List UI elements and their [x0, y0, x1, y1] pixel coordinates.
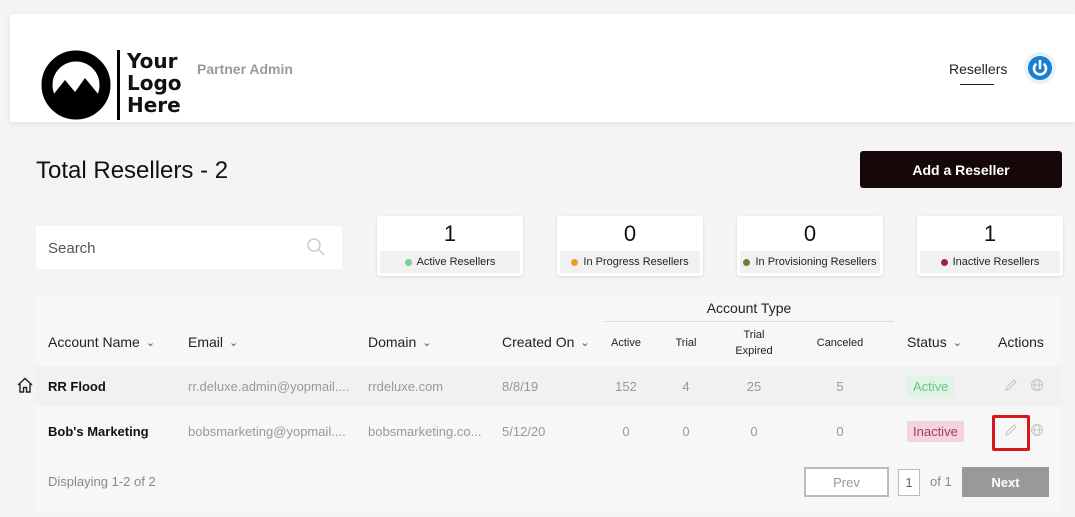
col-header-actions: Actions: [998, 334, 1044, 350]
chevron-down-icon: ⌄: [145, 336, 156, 349]
top-header: Your Logo Here Partner Admin Resellers: [10, 14, 1075, 122]
col-header-domain[interactable]: Domain ⌄: [368, 334, 431, 350]
search-input[interactable]: [48, 237, 298, 259]
chevron-down-icon: ⌄: [580, 336, 590, 349]
account-type-header: Account Type: [706, 300, 792, 316]
company-logo[interactable]: Your Logo Here: [41, 32, 201, 120]
cell-trial-count: 0: [682, 423, 690, 439]
status-badge: Active: [907, 375, 955, 397]
col-header-status[interactable]: Status ⌄: [907, 334, 962, 350]
col-header-account-name[interactable]: Account Name ⌄: [48, 334, 155, 350]
logout-button[interactable]: [1024, 52, 1056, 84]
status-badge: Inactive: [907, 420, 964, 442]
stat-card-inactive[interactable]: 1 Inactive Resellers: [917, 216, 1063, 276]
col-header-canceled: Canceled: [816, 337, 864, 349]
cell-active-count: 0: [622, 423, 630, 439]
stat-value: 0: [803, 221, 817, 246]
next-page-button[interactable]: Next: [962, 467, 1049, 497]
table-row[interactable]: Bob's Marketing bobsmarketing@yopmail...…: [36, 411, 1062, 451]
table-row[interactable]: RR Flood rr.deluxe.admin@yopmail.... rrd…: [17, 366, 1062, 406]
status-dot-icon: [571, 258, 579, 266]
power-icon: [1028, 56, 1052, 80]
page-total: of 1: [930, 474, 952, 489]
stat-card-in-provisioning[interactable]: 0 In Provisioning Resellers: [737, 216, 883, 276]
col-header-trial: Trial: [675, 337, 697, 349]
chevron-down-icon: ⌄: [952, 336, 962, 349]
cell-canceled-count: 0: [836, 423, 844, 439]
app-name: Partner Admin: [197, 61, 293, 77]
cell-created-on: 5/12/20: [502, 423, 546, 439]
stat-value: 1: [983, 221, 997, 246]
logo-divider: [117, 50, 120, 120]
chevron-down-icon: ⌄: [422, 336, 432, 349]
cell-account-name[interactable]: RR Flood: [48, 366, 106, 406]
edit-pencil-icon[interactable]: [1004, 378, 1018, 392]
col-header-created-on[interactable]: Created On ⌄: [502, 334, 590, 350]
col-header-trial-expired: Trial Expired: [735, 329, 773, 357]
globe-icon[interactable]: [1030, 423, 1044, 437]
add-reseller-button[interactable]: Add a Reseller: [860, 151, 1062, 188]
stat-value: 0: [623, 221, 637, 246]
col-header-email[interactable]: Email ⌄: [188, 334, 238, 350]
stat-value: 1: [443, 221, 457, 246]
stat-card-active[interactable]: 1 Active Resellers: [377, 216, 523, 276]
cell-domain: bobsmarketing.co...: [368, 423, 482, 439]
edit-highlight-box: [992, 415, 1030, 451]
account-type-divider: [604, 321, 894, 322]
col-header-active: Active: [611, 337, 641, 349]
cell-status: Inactive: [907, 411, 964, 451]
cell-trial-expired-count: 25: [746, 378, 762, 394]
cell-domain: rrdeluxe.com: [368, 378, 444, 394]
globe-icon[interactable]: [1030, 378, 1044, 392]
stat-label: In Progress Resellers: [560, 251, 700, 273]
cell-trial-count: 4: [682, 378, 690, 394]
cell-email: rr.deluxe.admin@yopmail....: [188, 378, 350, 394]
cell-status: Active: [907, 366, 955, 406]
page-title: Total Resellers - 2: [36, 157, 229, 184]
status-dot-icon: [404, 258, 412, 266]
cell-account-name[interactable]: Bob's Marketing: [48, 411, 149, 451]
cell-email: bobsmarketing@yopmail....: [188, 423, 346, 439]
chevron-down-icon: ⌄: [229, 336, 239, 349]
page-number-input[interactable]: 1: [898, 469, 920, 496]
status-dot-icon: [743, 258, 751, 266]
nav-link-resellers[interactable]: Resellers: [949, 61, 1007, 77]
search-box: [36, 226, 342, 269]
stat-label: Inactive Resellers: [920, 251, 1060, 273]
nav-active-indicator: [960, 84, 994, 85]
stat-card-in-progress[interactable]: 0 In Progress Resellers: [557, 216, 703, 276]
stat-label: Active Resellers: [380, 251, 520, 273]
cell-trial-expired-count: 0: [750, 423, 758, 439]
logo-text: Your Logo Here: [127, 49, 182, 117]
search-icon[interactable]: [306, 237, 326, 257]
cell-active-count: 152: [615, 378, 637, 394]
stat-label: In Provisioning Resellers: [740, 251, 880, 273]
cell-canceled-count: 5: [836, 378, 844, 394]
pagination-summary: Displaying 1-2 of 2: [48, 474, 156, 489]
resellers-table: Account Type Account Name ⌄ Email ⌄ Domain…: [17, 296, 1062, 512]
logo-mountain-icon: [41, 50, 111, 120]
status-dot-icon: [940, 258, 948, 266]
prev-page-button[interactable]: Prev: [804, 467, 889, 497]
cell-created-on: 8/8/19: [502, 378, 539, 394]
home-icon: [17, 377, 33, 393]
